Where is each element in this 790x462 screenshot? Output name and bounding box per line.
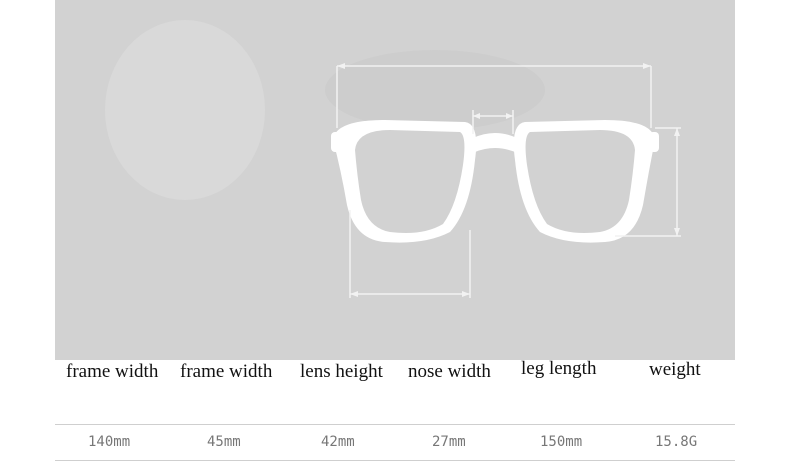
right-lens-rim bbox=[513, 120, 655, 243]
background-blur bbox=[325, 50, 545, 130]
arrowhead bbox=[337, 63, 345, 69]
spec-values-row: 140mm 45mm 42mm 27mm 150mm 15.8G bbox=[55, 426, 735, 460]
spec-label-nose-width: nose width bbox=[408, 361, 491, 382]
nose-bridge bbox=[473, 133, 517, 152]
product-photo bbox=[55, 0, 735, 360]
left-lens-rim bbox=[333, 120, 477, 243]
table-divider-bottom bbox=[55, 460, 735, 461]
spec-label-frame-width: frame width bbox=[66, 361, 159, 382]
spec-label-weight: weight bbox=[649, 359, 701, 380]
spec-value-frame-width: 45mm bbox=[207, 434, 241, 450]
right-end-piece bbox=[649, 132, 659, 152]
arrowhead bbox=[462, 291, 470, 297]
arrowhead bbox=[350, 291, 358, 297]
spec-label-lens-height: lens height bbox=[300, 361, 383, 382]
spec-value-leg-length: 150mm bbox=[540, 434, 583, 450]
spec-value-frame-width: 140mm bbox=[88, 434, 131, 450]
left-end-piece bbox=[331, 132, 341, 152]
spec-label-leg-length: leg length bbox=[521, 358, 597, 379]
spec-value-weight: 15.8G bbox=[655, 434, 698, 450]
glasses-diagram bbox=[105, 20, 681, 298]
background-blur bbox=[105, 20, 265, 200]
spec-value-lens-height: 42mm bbox=[321, 434, 355, 450]
glasses-icon bbox=[331, 120, 659, 243]
arrowhead bbox=[674, 128, 680, 136]
spec-value-nose-width: 27mm bbox=[432, 434, 466, 450]
arrowhead bbox=[674, 228, 680, 236]
spec-label-frame-width: frame width bbox=[180, 361, 273, 382]
spec-labels-row: frame width frame width lens height nose… bbox=[55, 355, 735, 397]
table-divider-top bbox=[55, 424, 735, 425]
arrowhead bbox=[643, 63, 651, 69]
